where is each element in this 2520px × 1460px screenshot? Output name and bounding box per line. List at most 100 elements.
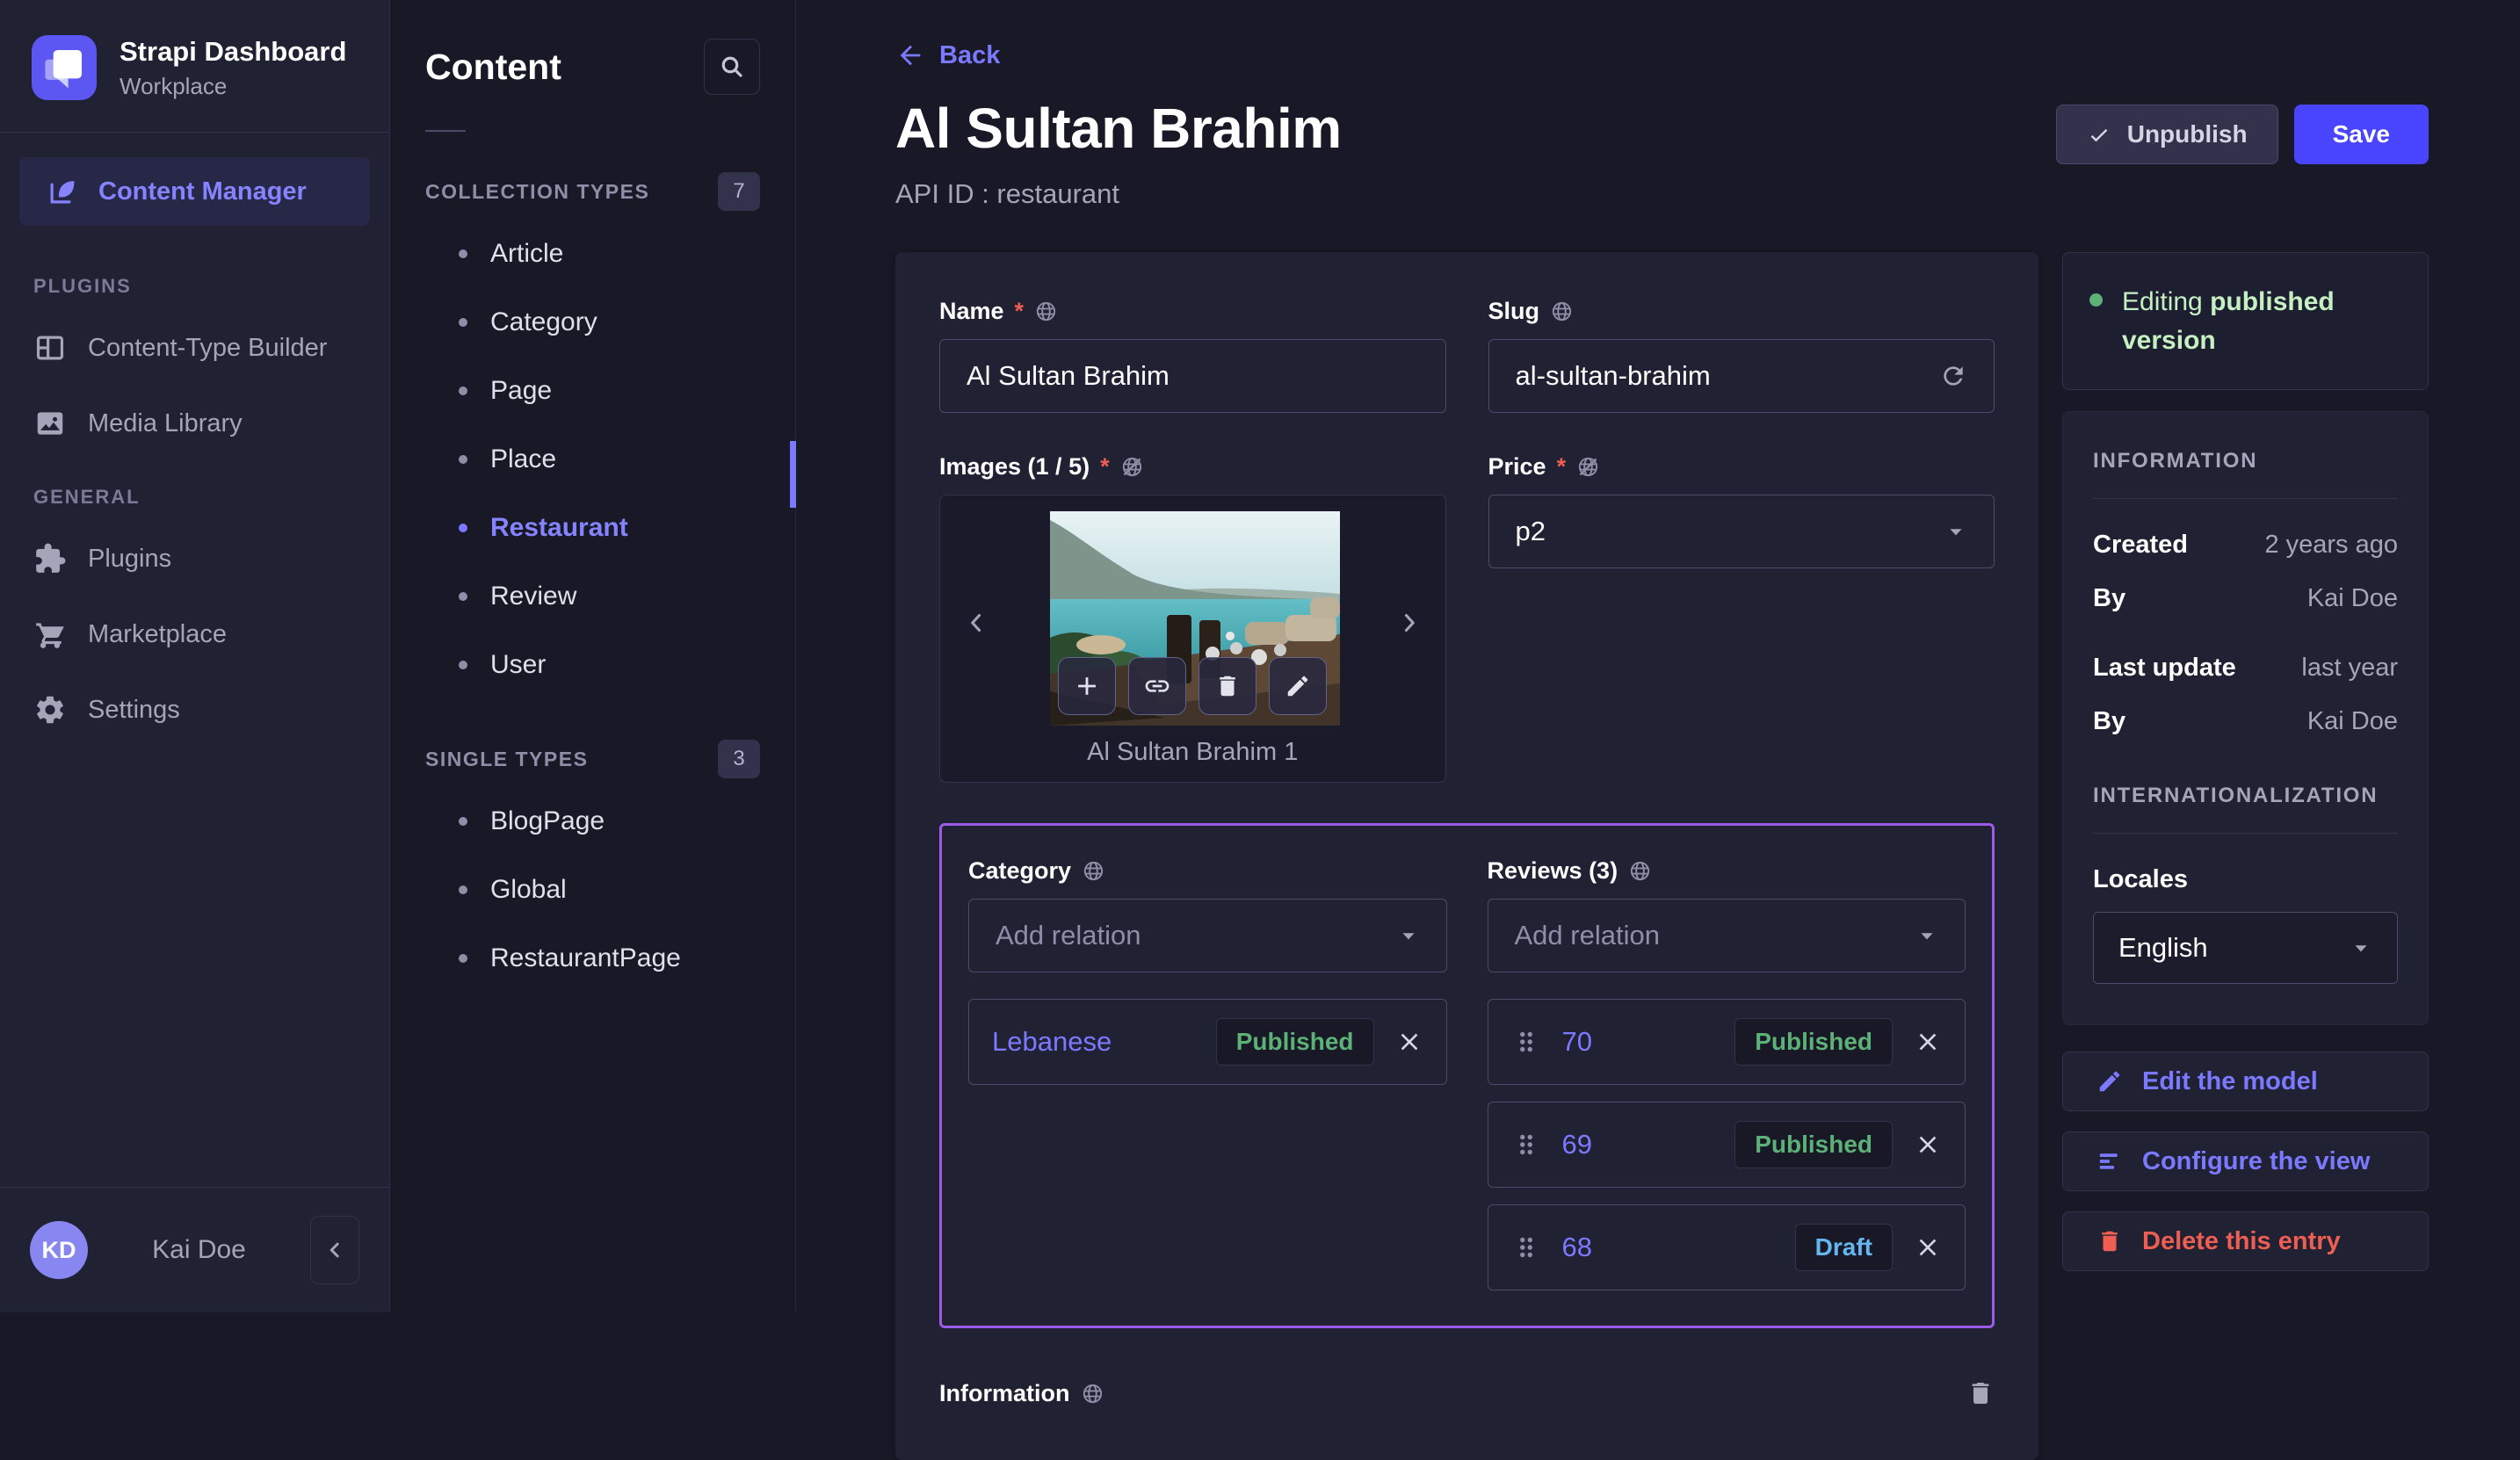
subnav-item-global[interactable]: Global — [390, 856, 795, 924]
relations-section: Category Add relation Lebanese Published… — [939, 823, 1995, 1328]
cart-icon — [33, 618, 67, 651]
search-button[interactable] — [704, 39, 760, 95]
name-input[interactable]: Al Sultan Brahim — [939, 339, 1446, 413]
edit-model-button[interactable]: Edit the model — [2062, 1052, 2429, 1111]
workspace-name: Workplace — [119, 72, 228, 99]
locale-select[interactable]: English — [2093, 912, 2398, 984]
page-title: Al Sultan Brahim — [895, 97, 1342, 160]
sidebar-item-label: Settings — [88, 695, 180, 724]
chevron-left-icon — [961, 608, 991, 638]
drag-handle-icon[interactable] — [1511, 1027, 1541, 1057]
subnav-item-restaurantpage[interactable]: RestaurantPage — [390, 924, 795, 993]
photo-actions — [1058, 657, 1328, 715]
relation-link[interactable]: Lebanese — [992, 1026, 1112, 1058]
meta-last-update: Last update last year — [2093, 654, 2398, 682]
sidebar-item-plugins[interactable]: Plugins — [0, 521, 389, 596]
globe-slash-icon — [1120, 455, 1144, 479]
category-add-relation[interactable]: Add relation — [968, 899, 1447, 972]
close-icon — [1395, 1028, 1423, 1056]
globe-icon — [1034, 300, 1058, 323]
carousel-next-button[interactable] — [1394, 608, 1424, 638]
save-button[interactable]: Save — [2293, 105, 2429, 164]
link-icon — [1143, 672, 1171, 700]
subnav-item-restaurant[interactable]: Restaurant — [390, 494, 795, 562]
meta-created: Created 2 years ago — [2093, 531, 2398, 559]
version-status-box: Editing published version — [2062, 252, 2429, 390]
field-slug: Slug al-sultan-brahim — [1488, 298, 1995, 413]
slug-input[interactable]: al-sultan-brahim — [1488, 339, 1995, 413]
relation-link[interactable]: 68 — [1562, 1232, 1592, 1263]
add-image-button[interactable] — [1058, 657, 1117, 715]
sidebar-item-marketplace[interactable]: Marketplace — [0, 596, 389, 672]
unpublish-button[interactable]: Unpublish — [2055, 105, 2278, 164]
search-icon — [718, 53, 746, 81]
gear-icon — [33, 693, 67, 726]
information-component-header: Information — [939, 1379, 1995, 1407]
sidebar-item-label: Content-Type Builder — [88, 333, 328, 362]
divider — [2093, 498, 2398, 499]
published-dot-icon — [2089, 293, 2103, 307]
nav-section-general: GENERAL — [33, 486, 141, 508]
puzzle-icon — [33, 542, 67, 575]
copy-link-button[interactable] — [1128, 657, 1187, 715]
configure-view-button[interactable]: Configure the view — [2062, 1131, 2429, 1191]
subnav-item-page[interactable]: Page — [390, 357, 795, 425]
sidebar-item-media-library[interactable]: Media Library — [0, 386, 389, 461]
field-images: Images (1 / 5) * Al Sultan Brahim 1 — [939, 453, 1446, 783]
layout-icon — [33, 331, 67, 365]
field-name: Name * Al Sultan Brahim — [939, 298, 1446, 413]
relation-link[interactable]: 70 — [1562, 1026, 1592, 1058]
remove-relation-button[interactable] — [1914, 1131, 1942, 1159]
subnav-item-category[interactable]: Category — [390, 288, 795, 357]
refresh-icon[interactable] — [1939, 362, 1967, 390]
images-carousel: Al Sultan Brahim 1 — [939, 495, 1446, 783]
subnav-item-article[interactable]: Article — [390, 220, 795, 288]
globe-icon — [1082, 859, 1105, 883]
delete-component-button[interactable] — [1966, 1379, 1995, 1407]
subnav-item-place[interactable]: Place — [390, 425, 795, 494]
subnav-item-review[interactable]: Review — [390, 562, 795, 631]
user-name: Kai Doe — [152, 1235, 246, 1264]
workspace-brand[interactable]: Strapi Dashboard Workplace — [0, 0, 389, 132]
remove-relation-button[interactable] — [1914, 1028, 1942, 1056]
collection-types-count: 7 — [718, 172, 760, 211]
caret-down-icon — [1915, 924, 1938, 947]
price-select[interactable]: p2 — [1488, 495, 1995, 568]
drag-handle-icon[interactable] — [1511, 1130, 1541, 1160]
information-heading: INFORMATION — [2093, 449, 2258, 473]
status-badge: Published — [1734, 1018, 1893, 1066]
review-relation-row: 70 Published — [1487, 999, 1966, 1085]
close-icon — [1914, 1028, 1942, 1056]
subnav-scrollbar[interactable] — [790, 441, 796, 508]
edit-image-button[interactable] — [1269, 657, 1328, 715]
entry-sidebar: Editing published version INFORMATION Cr… — [2062, 252, 2429, 1271]
relation-link[interactable]: 69 — [1562, 1129, 1592, 1160]
globe-slash-icon — [1576, 455, 1600, 479]
content-subnav: Content COLLECTION TYPES 7 Article Categ… — [390, 0, 796, 1312]
reviews-add-relation[interactable]: Add relation — [1487, 899, 1966, 972]
collapse-sidebar-button[interactable] — [310, 1216, 359, 1284]
avatar[interactable]: KD — [30, 1221, 88, 1279]
back-link[interactable]: Back — [895, 40, 1000, 70]
caret-down-icon — [2350, 936, 2372, 959]
field-reviews: Reviews (3) Add relation 70 Published 69… — [1487, 857, 1966, 1290]
status-badge: Published — [1215, 1018, 1374, 1066]
version-status-text: Editing published version — [2122, 287, 2335, 355]
sidebar-item-settings[interactable]: Settings — [0, 672, 389, 748]
globe-icon — [1550, 300, 1574, 323]
sidebar-item-content-manager[interactable]: Content Manager — [19, 157, 370, 226]
delete-image-button[interactable] — [1198, 657, 1257, 715]
subnav-item-blogpage[interactable]: BlogPage — [390, 787, 795, 856]
carousel-prev-button[interactable] — [961, 608, 991, 638]
locales-label: Locales — [2093, 865, 2188, 893]
delete-entry-button[interactable]: Delete this entry — [2062, 1211, 2429, 1271]
remove-relation-button[interactable] — [1914, 1233, 1942, 1261]
nav-section-plugins: PLUGINS — [33, 275, 132, 297]
sidebar-item-content-type-builder[interactable]: Content-Type Builder — [0, 310, 389, 386]
status-badge: Draft — [1794, 1224, 1893, 1271]
meta-created-by: By Kai Doe — [2093, 584, 2398, 612]
subnav-item-user[interactable]: User — [390, 631, 795, 699]
remove-relation-button[interactable] — [1395, 1028, 1423, 1056]
drag-handle-icon[interactable] — [1511, 1232, 1541, 1262]
sidenav-footer: KD Kai Doe — [0, 1187, 389, 1312]
